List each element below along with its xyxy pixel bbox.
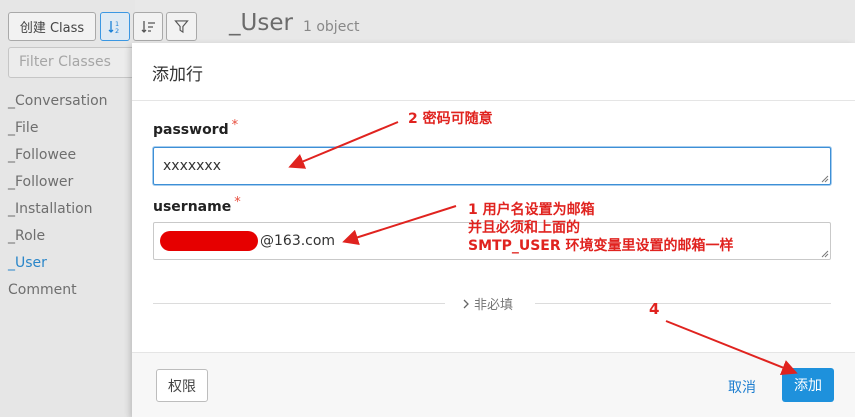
annotation-note-1-line1: 1 用户名设置为邮箱	[468, 202, 595, 218]
resize-handle-icon[interactable]	[821, 250, 829, 258]
resize-handle-icon[interactable]	[821, 175, 829, 183]
svg-text:2: 2	[115, 27, 119, 35]
username-value-suffix: @163.com	[260, 233, 336, 249]
annotation-note-1: 1 用户名设置为邮箱 并且必须和上面的 SMTP_USER 环境变量里设置的邮箱…	[468, 201, 734, 255]
username-label: username *	[153, 195, 241, 215]
password-label: password *	[153, 118, 239, 138]
password-value: xxxxxxx	[163, 158, 221, 174]
class-item[interactable]: Comment	[8, 279, 108, 306]
filter-button[interactable]	[166, 12, 197, 41]
page-title: _User	[229, 10, 293, 36]
sort-descending-button[interactable]	[133, 12, 163, 41]
class-item-active[interactable]: _User	[8, 252, 108, 279]
annotation-note-1-line3: SMTP_USER 环境变量里设置的邮箱一样	[468, 238, 734, 254]
password-field[interactable]: xxxxxxx	[153, 147, 831, 185]
sort-ascending-button[interactable]: 12	[100, 12, 130, 41]
sort-ascending-icon: 12	[108, 20, 119, 35]
optional-fields-toggle[interactable]: 非必填	[462, 294, 513, 313]
sort-descending-icon	[141, 20, 155, 33]
class-item[interactable]: _Role	[8, 225, 108, 252]
class-item[interactable]: _Installation	[8, 198, 108, 225]
required-mark: *	[231, 118, 239, 133]
annotation-note-2: 2 密码可随意	[408, 111, 493, 127]
class-list: _Conversation _File _Followee _Follower …	[8, 90, 108, 306]
permissions-button[interactable]: 权限	[156, 369, 208, 402]
dialog-footer: 权限 取消 添加	[132, 352, 855, 417]
annotation-note-4: 4	[649, 300, 660, 318]
class-item[interactable]: _Followee	[8, 144, 108, 171]
add-button[interactable]: 添加	[782, 368, 834, 402]
redaction-mark	[160, 231, 258, 251]
create-class-button[interactable]: 创建 Class	[8, 12, 96, 41]
sidebar: 创建 Class 12 Filter Classes _Conversation…	[0, 0, 197, 417]
object-count: 1 object	[303, 19, 360, 35]
divider	[153, 303, 445, 304]
required-mark: *	[234, 195, 241, 210]
divider	[535, 303, 831, 304]
optional-label: 非必填	[474, 298, 514, 313]
dialog-title: 添加行	[132, 43, 855, 101]
cancel-button[interactable]: 取消	[728, 377, 756, 397]
class-item[interactable]: _Conversation	[8, 90, 108, 117]
annotation-note-1-line2: 并且必须和上面的	[468, 220, 580, 236]
chevron-right-icon	[463, 299, 469, 308]
class-item[interactable]: _File	[8, 117, 108, 144]
class-item[interactable]: _Follower	[8, 171, 108, 198]
filter-icon	[174, 20, 189, 34]
